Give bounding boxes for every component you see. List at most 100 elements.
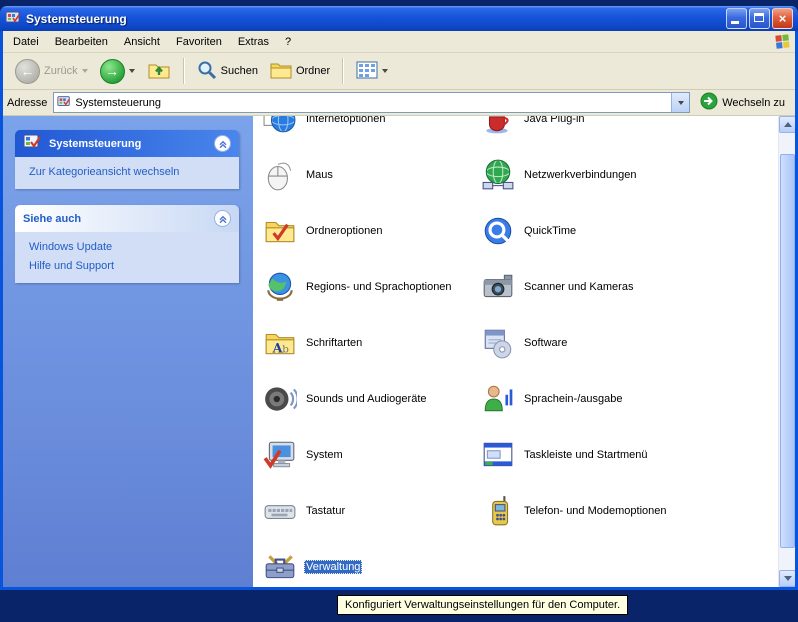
panel2-title: Siehe auch bbox=[23, 213, 208, 225]
item-system[interactable]: System bbox=[263, 438, 481, 472]
toolbar-separator bbox=[342, 58, 344, 84]
software-icon bbox=[481, 326, 515, 360]
item-scanner-und-kameras[interactable]: Scanner und Kameras bbox=[481, 270, 795, 304]
switch-to-category-view-link[interactable]: Zur Kategorieansicht wechseln bbox=[29, 166, 229, 178]
go-button[interactable]: Wechseln zu bbox=[696, 91, 791, 114]
network-connections-icon bbox=[481, 158, 515, 192]
address-combo[interactable]: Systemsteuerung bbox=[53, 92, 690, 113]
item-schriftarten[interactable]: Ab Schriftarten bbox=[263, 326, 481, 360]
item-label: Internetoptionen bbox=[304, 116, 388, 126]
window-body: Datei Bearbeiten Ansicht Favoriten Extra… bbox=[0, 31, 798, 590]
menu-datei[interactable]: Datei bbox=[5, 34, 47, 50]
internet-options-icon bbox=[263, 116, 297, 136]
item-label-selected: Verwaltung bbox=[304, 560, 362, 574]
hilfe-und-support-link[interactable]: Hilfe und Support bbox=[29, 260, 229, 272]
item-netzwerkverbindungen[interactable]: Netzwerkverbindungen bbox=[481, 158, 795, 192]
folder-options-icon bbox=[263, 214, 297, 248]
views-icon bbox=[356, 60, 378, 83]
item-label: Maus bbox=[304, 168, 335, 182]
item-label: Taskleiste und Startmenü bbox=[522, 448, 650, 462]
sidebar-panel-systemsteuerung: Systemsteuerung Zur Kategorieansicht wec… bbox=[15, 130, 239, 189]
back-icon: ← bbox=[15, 59, 40, 84]
panel1-body: Zur Kategorieansicht wechseln bbox=[15, 157, 239, 189]
item-internetoptionen[interactable]: Internetoptionen bbox=[263, 116, 481, 136]
quicktime-icon bbox=[481, 214, 515, 248]
back-dropdown-icon bbox=[82, 69, 88, 73]
item-ordneroptionen[interactable]: Ordneroptionen bbox=[263, 214, 481, 248]
menu-favoriten[interactable]: Favoriten bbox=[168, 34, 230, 50]
address-value: Systemsteuerung bbox=[75, 97, 671, 109]
menu-ansicht[interactable]: Ansicht bbox=[116, 34, 168, 50]
panel2-body: Windows Update Hilfe und Support bbox=[15, 232, 239, 283]
item-telefon-und-modemoptionen[interactable]: Telefon- und Modemoptionen bbox=[481, 494, 795, 528]
keyboard-icon bbox=[263, 494, 297, 528]
control-panel-pane-icon bbox=[23, 133, 43, 154]
scroll-down-button[interactable] bbox=[779, 570, 795, 587]
item-label: Regions- und Sprachoptionen bbox=[304, 280, 454, 294]
menu-bearbeiten[interactable]: Bearbeiten bbox=[47, 34, 116, 50]
panel1-collapse-button[interactable] bbox=[214, 135, 231, 152]
minimize-button[interactable] bbox=[726, 8, 747, 29]
search-button[interactable]: Suchen bbox=[193, 58, 262, 85]
item-verwaltung[interactable]: Verwaltung bbox=[263, 550, 481, 584]
toolbar-separator bbox=[183, 58, 185, 84]
menu-hilfe[interactable]: ? bbox=[277, 34, 299, 50]
item-label: Telefon- und Modemoptionen bbox=[522, 504, 668, 518]
folders-button[interactable]: Ordner bbox=[266, 58, 334, 85]
desktop: { "window": { "title": "Systemsteuerung"… bbox=[0, 0, 798, 622]
address-dropdown-button[interactable] bbox=[671, 93, 689, 112]
control-panel-icon bbox=[5, 9, 21, 28]
item-label: Java Plug-in bbox=[522, 116, 587, 126]
panel2-header[interactable]: Siehe auch bbox=[15, 205, 239, 232]
system-icon bbox=[263, 438, 297, 472]
panel1-header[interactable]: Systemsteuerung bbox=[15, 130, 239, 157]
item-label: QuickTime bbox=[522, 224, 578, 238]
panel1-title: Systemsteuerung bbox=[49, 138, 208, 150]
fonts-icon: Ab bbox=[263, 326, 297, 360]
phone-modem-icon bbox=[481, 494, 515, 528]
maximize-button[interactable] bbox=[749, 8, 770, 29]
icon-grid: Internetoptionen Java Plug-in Maus Netzw… bbox=[253, 116, 795, 587]
item-maus[interactable]: Maus bbox=[263, 158, 481, 192]
item-label: Tastatur bbox=[304, 504, 347, 518]
search-icon bbox=[197, 60, 217, 83]
go-label: Wechseln zu bbox=[722, 97, 785, 109]
vertical-scrollbar[interactable] bbox=[778, 116, 795, 587]
item-label: Netzwerkverbindungen bbox=[522, 168, 639, 182]
scrollbar-thumb[interactable] bbox=[780, 154, 795, 548]
forward-button[interactable]: → bbox=[96, 57, 139, 86]
views-dropdown-icon bbox=[382, 69, 388, 73]
explorer-window: Systemsteuerung × Datei Bearbeiten Ansic… bbox=[0, 6, 798, 590]
svg-text:b: b bbox=[282, 343, 289, 356]
mouse-icon bbox=[263, 158, 297, 192]
content-area: Systemsteuerung Zur Kategorieansicht wec… bbox=[3, 116, 795, 587]
menu-extras[interactable]: Extras bbox=[230, 34, 277, 50]
windows-update-link[interactable]: Windows Update bbox=[29, 241, 229, 253]
panel2-collapse-button[interactable] bbox=[214, 210, 231, 227]
views-button[interactable] bbox=[352, 58, 392, 85]
back-button[interactable]: ← Zurück bbox=[11, 57, 92, 86]
item-sounds-und-audiogeraete[interactable]: Sounds und Audiogeräte bbox=[263, 382, 481, 416]
tooltip: Konfiguriert Verwaltungseinstellungen fü… bbox=[337, 595, 628, 615]
admin-tools-icon bbox=[263, 550, 297, 584]
item-quicktime[interactable]: QuickTime bbox=[481, 214, 795, 248]
regional-options-icon bbox=[263, 270, 297, 304]
item-regions-und-sprachoptionen[interactable]: Regions- und Sprachoptionen bbox=[263, 270, 481, 304]
sounds-audio-icon bbox=[263, 382, 297, 416]
sidebar: Systemsteuerung Zur Kategorieansicht wec… bbox=[3, 116, 253, 587]
close-button[interactable]: × bbox=[772, 8, 793, 29]
item-sprachein-ausgabe[interactable]: Sprachein-/ausgabe bbox=[481, 382, 795, 416]
title-bar[interactable]: Systemsteuerung × bbox=[0, 6, 798, 31]
control-panel-small-icon bbox=[57, 94, 71, 111]
item-software[interactable]: Software bbox=[481, 326, 795, 360]
scroll-up-button[interactable] bbox=[779, 116, 795, 133]
item-label: System bbox=[304, 448, 345, 462]
windows-logo-icon bbox=[774, 33, 792, 50]
toolbar: ← Zurück → Suchen bbox=[3, 53, 795, 90]
up-folder-icon bbox=[147, 58, 171, 85]
up-button[interactable] bbox=[143, 56, 175, 87]
item-label: Software bbox=[522, 336, 569, 350]
item-tastatur[interactable]: Tastatur bbox=[263, 494, 481, 528]
item-taskleiste-und-startmenue[interactable]: Taskleiste und Startmenü bbox=[481, 438, 795, 472]
item-java-plug-in[interactable]: Java Plug-in bbox=[481, 116, 795, 136]
